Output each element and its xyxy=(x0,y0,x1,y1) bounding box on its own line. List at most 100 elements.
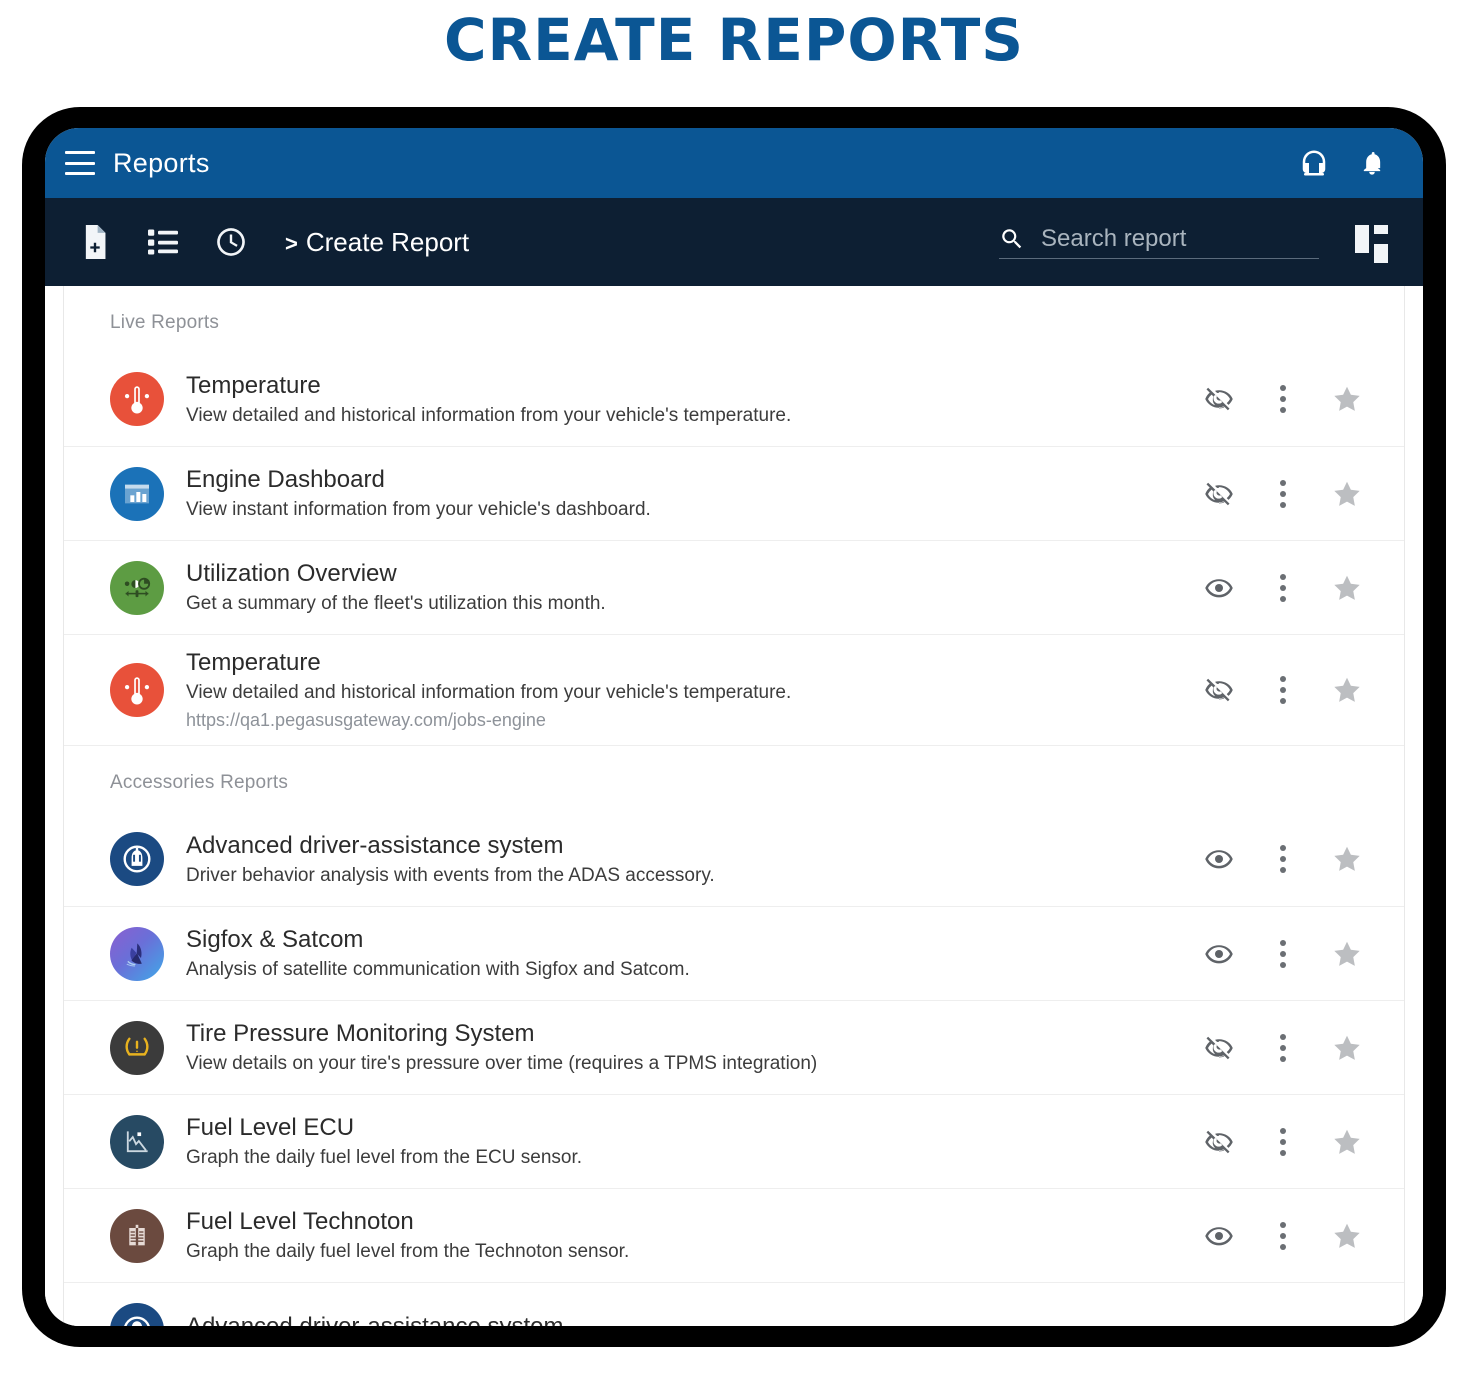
more-vertical-icon[interactable] xyxy=(1266,673,1300,707)
headset-icon[interactable] xyxy=(1293,142,1335,184)
section-label-accessories-reports: Accessories Reports xyxy=(64,745,1404,812)
sub-toolbar: >Create Report xyxy=(45,198,1423,286)
page-root: CREATE REPORTS Reports xyxy=(0,0,1468,1378)
more-vertical-icon[interactable] xyxy=(1266,571,1300,605)
eye-icon[interactable] xyxy=(1202,842,1236,876)
report-actions xyxy=(1182,842,1364,876)
report-title: Sigfox & Satcom xyxy=(186,926,1182,954)
report-title: Engine Dashboard xyxy=(186,466,1182,494)
eye-icon[interactable] xyxy=(1202,1219,1236,1253)
report-text: Fuel Level Technoton Graph the daily fue… xyxy=(186,1208,1182,1263)
report-url[interactable]: https://qa1.pegasusgateway.com/jobs-engi… xyxy=(186,710,1182,731)
utilization-pie-icon xyxy=(110,561,164,615)
star-icon[interactable] xyxy=(1330,937,1364,971)
report-description: View detailed and historical information… xyxy=(186,405,1182,427)
star-icon[interactable] xyxy=(1330,842,1364,876)
report-row[interactable]: Temperature View detailed and historical… xyxy=(64,634,1404,745)
adas-camera-icon xyxy=(110,832,164,886)
search-icon xyxy=(999,226,1025,252)
breadcrumb-label: Create Report xyxy=(306,227,469,257)
report-title: Fuel Level Technoton xyxy=(186,1208,1182,1236)
page-title: CREATE REPORTS xyxy=(0,6,1468,74)
tpms-warning-icon xyxy=(110,1021,164,1075)
report-text: Engine Dashboard View instant informatio… xyxy=(186,466,1182,521)
report-text: Temperature View detailed and historical… xyxy=(186,372,1182,427)
new-document-icon[interactable] xyxy=(67,216,123,268)
more-vertical-icon[interactable] xyxy=(1266,1219,1300,1253)
eye-icon[interactable] xyxy=(1202,937,1236,971)
grid-cell xyxy=(1355,244,1369,253)
eye-icon[interactable] xyxy=(1202,571,1236,605)
report-description: Analysis of satellite communication with… xyxy=(186,959,1182,981)
bell-icon[interactable] xyxy=(1351,142,1393,184)
report-row[interactable]: Temperature View detailed and historical… xyxy=(64,352,1404,446)
report-list: Live Reports Temperature View detailed a… xyxy=(63,286,1405,1326)
report-actions xyxy=(1182,673,1364,707)
report-actions xyxy=(1182,937,1364,971)
star-icon[interactable] xyxy=(1330,571,1364,605)
eye-off-icon[interactable] xyxy=(1202,382,1236,416)
thermometer-icon xyxy=(110,663,164,717)
star-icon[interactable] xyxy=(1330,1219,1364,1253)
eye-off-icon[interactable] xyxy=(1202,1031,1236,1065)
report-text: Fuel Level ECU Graph the daily fuel leve… xyxy=(186,1114,1182,1169)
report-actions xyxy=(1182,1031,1364,1065)
report-row[interactable]: Fuel Level Technoton Graph the daily fue… xyxy=(64,1188,1404,1282)
report-title: Advanced driver-assistance system xyxy=(186,1313,1364,1326)
more-vertical-icon[interactable] xyxy=(1266,382,1300,416)
report-title: Advanced driver-assistance system xyxy=(186,832,1182,860)
report-description: Get a summary of the fleet's utilization… xyxy=(186,593,1182,615)
report-description: Graph the daily fuel level from the ECU … xyxy=(186,1147,1182,1169)
eye-off-icon[interactable] xyxy=(1202,477,1236,511)
device-screen: Reports >Create Report xyxy=(45,128,1423,1326)
star-icon[interactable] xyxy=(1330,1125,1364,1159)
more-vertical-icon[interactable] xyxy=(1266,1031,1300,1065)
app-bar-title: Reports xyxy=(113,148,210,179)
grid-cell xyxy=(1374,225,1388,234)
report-row[interactable]: Tire Pressure Monitoring System View det… xyxy=(64,1000,1404,1094)
report-description: View details on your tire's pressure ove… xyxy=(186,1053,1182,1075)
report-description: Driver behavior analysis with events fro… xyxy=(186,865,1182,887)
search-input[interactable] xyxy=(1041,225,1319,253)
report-description: View detailed and historical information… xyxy=(186,682,1182,704)
report-actions xyxy=(1182,1219,1364,1253)
list-icon[interactable] xyxy=(135,216,191,268)
report-actions xyxy=(1182,1125,1364,1159)
grid-layout-icon[interactable] xyxy=(1355,225,1389,259)
eye-off-icon[interactable] xyxy=(1202,673,1236,707)
grid-cell xyxy=(1355,225,1369,244)
more-vertical-icon[interactable] xyxy=(1266,1125,1300,1159)
adas-camera-icon xyxy=(110,1303,164,1327)
fuel-graph-icon xyxy=(110,1115,164,1169)
app-bar: Reports xyxy=(45,128,1423,198)
clock-icon[interactable] xyxy=(203,216,259,268)
breadcrumb[interactable]: >Create Report xyxy=(285,227,469,258)
eye-off-icon[interactable] xyxy=(1202,1125,1236,1159)
report-description: Graph the daily fuel level from the Tech… xyxy=(186,1241,1182,1263)
more-vertical-icon[interactable] xyxy=(1266,937,1300,971)
report-title: Utilization Overview xyxy=(186,560,1182,588)
section-label-live-reports: Live Reports xyxy=(64,286,1404,352)
star-icon[interactable] xyxy=(1330,1031,1364,1065)
more-vertical-icon[interactable] xyxy=(1266,842,1300,876)
report-row[interactable]: Utilization Overview Get a summary of th… xyxy=(64,540,1404,634)
report-row[interactable]: Fuel Level ECU Graph the daily fuel leve… xyxy=(64,1094,1404,1188)
report-row[interactable]: Advanced driver-assistance system Driver… xyxy=(64,812,1404,906)
hamburger-menu-icon[interactable] xyxy=(65,151,95,175)
star-icon[interactable] xyxy=(1330,477,1364,511)
report-title: Tire Pressure Monitoring System xyxy=(186,1020,1182,1048)
report-title: Fuel Level ECU xyxy=(186,1114,1182,1142)
report-text: Temperature View detailed and historical… xyxy=(186,649,1182,731)
report-row[interactable]: Advanced driver-assistance system xyxy=(64,1282,1404,1326)
report-row[interactable]: Sigfox & Satcom Analysis of satellite co… xyxy=(64,906,1404,1000)
report-actions xyxy=(1182,477,1364,511)
report-text: Tire Pressure Monitoring System View det… xyxy=(186,1020,1182,1075)
report-row[interactable]: Engine Dashboard View instant informatio… xyxy=(64,446,1404,540)
report-list-container: Live Reports Temperature View detailed a… xyxy=(45,286,1423,1326)
star-icon[interactable] xyxy=(1330,673,1364,707)
report-title: Temperature xyxy=(186,649,1182,677)
star-icon[interactable] xyxy=(1330,382,1364,416)
search-box[interactable] xyxy=(999,225,1319,259)
thermometer-icon xyxy=(110,372,164,426)
more-vertical-icon[interactable] xyxy=(1266,477,1300,511)
